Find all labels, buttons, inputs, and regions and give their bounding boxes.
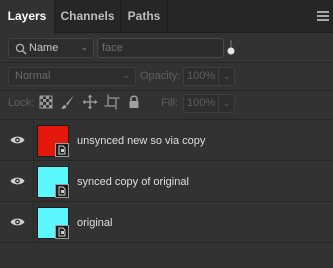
eye-icon — [10, 218, 25, 226]
lock-label: Lock: — [8, 97, 35, 109]
layer-name[interactable]: synced copy of original — [77, 176, 189, 188]
layer-row[interactable]: unsynced new so via copy — [0, 121, 333, 161]
smart-object-badge-icon — [55, 225, 69, 239]
divider — [0, 62, 333, 63]
layers-panel: Layers Channels Paths Name ⌄ Normal ⌄ Op… — [0, 0, 333, 268]
fill-label: Fill: — [161, 97, 179, 109]
visibility-toggle[interactable] — [0, 162, 34, 202]
layer-name[interactable]: unsynced new so via copy — [77, 135, 205, 147]
opacity-label: Opacity: — [140, 70, 181, 82]
eye-icon — [10, 136, 25, 144]
layer-thumbnail[interactable] — [37, 166, 69, 198]
smart-object-badge-icon — [55, 184, 69, 198]
lock-artboard-icon[interactable] — [104, 94, 120, 110]
filter-toggle-icon[interactable] — [227, 40, 235, 56]
visibility-toggle[interactable] — [0, 121, 34, 161]
fill-dropdown-button[interactable]: ⌄ — [219, 94, 235, 113]
chevron-down-icon: ⌄ — [80, 42, 88, 52]
tab-channels[interactable]: Channels — [55, 0, 121, 33]
smart-object-badge-icon — [55, 143, 69, 157]
filter-kind-select[interactable]: Name ⌄ — [8, 38, 94, 58]
blend-mode-label: Normal — [15, 70, 51, 82]
layer-name[interactable]: original — [77, 217, 112, 229]
divider — [0, 90, 333, 91]
visibility-toggle[interactable] — [0, 203, 34, 243]
lock-all-icon[interactable] — [126, 94, 142, 110]
layer-thumbnail[interactable] — [37, 207, 69, 239]
panel-menu-icon[interactable] — [317, 11, 329, 21]
lock-transparent-pixels-icon[interactable] — [38, 94, 54, 110]
chevron-down-icon: ⌄ — [122, 70, 130, 80]
tab-paths[interactable]: Paths — [121, 0, 168, 33]
opacity-dropdown-button[interactable]: ⌄ — [219, 67, 235, 86]
filter-kind-label: Name — [29, 42, 59, 54]
search-icon — [15, 43, 27, 55]
eye-icon — [10, 177, 25, 185]
filter-row: Name ⌄ — [0, 34, 333, 62]
layer-thumbnail[interactable] — [37, 125, 69, 157]
fill-field[interactable]: 100% — [183, 94, 219, 113]
opacity-field[interactable]: 100% — [183, 67, 219, 86]
layer-row[interactable]: synced copy of original — [0, 162, 333, 202]
panel-tab-bar: Layers Channels Paths — [0, 0, 333, 34]
empty-layers-area — [0, 244, 333, 268]
lock-image-pixels-icon[interactable] — [60, 94, 76, 110]
tab-layers[interactable]: Layers — [0, 0, 55, 34]
layers-list: unsynced new so via copy synced copy of … — [0, 121, 333, 243]
divider — [0, 119, 333, 120]
layer-name-search-input[interactable] — [97, 38, 224, 58]
blend-mode-select[interactable]: Normal ⌄ — [8, 67, 136, 86]
lock-position-icon[interactable] — [82, 94, 98, 110]
layer-row[interactable]: original — [0, 203, 333, 243]
